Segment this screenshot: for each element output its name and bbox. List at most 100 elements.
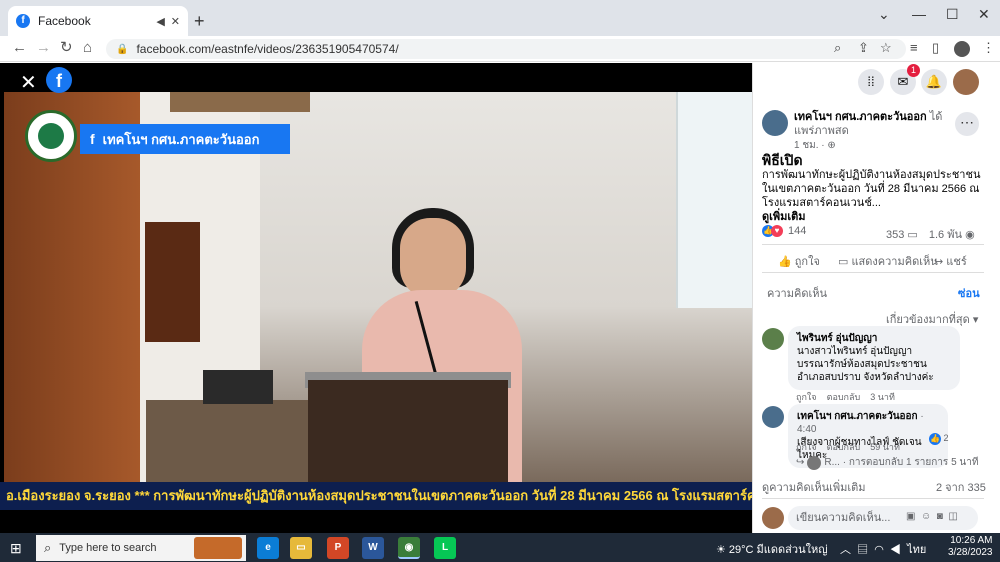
browser-menu-icon[interactable]: ⋮ (982, 40, 995, 56)
sticker-icon[interactable]: ◫ (948, 511, 957, 522)
comment-reaction-badge[interactable]: 👍 2 (929, 433, 949, 445)
divider (762, 272, 984, 273)
reply-arrow-icon: ↪ (796, 457, 805, 468)
close-video-icon[interactable]: ✕ (20, 70, 37, 95)
word-icon[interactable]: W (362, 537, 384, 559)
reading-list-icon[interactable]: ≡ (910, 40, 918, 55)
back-icon[interactable]: ← (12, 40, 27, 56)
clock-time: 10:26 AM (950, 535, 993, 546)
hide-comments-link[interactable]: ซ่อน (958, 284, 980, 302)
line-icon[interactable]: L (434, 537, 456, 559)
tab-close-icon[interactable]: ✕ (171, 15, 180, 28)
comment-author[interactable]: เทคโนฯ กศน.ภาคตะวันออก · 4:40 (797, 410, 939, 436)
comment-count-icon: ▭ (907, 229, 921, 241)
view-more-comments-link[interactable]: ดูความคิดเห็นเพิ่มเติม (762, 478, 866, 496)
avatar-sticker-icon[interactable]: ▣ (906, 511, 915, 522)
language-indicator[interactable]: ไทย (907, 544, 926, 556)
weather-widget[interactable]: ☀ 29°C มีแดดส่วนใหญ่ (716, 540, 828, 558)
comment-time[interactable]: 3 นาที (870, 392, 895, 402)
comment-bubble: ไพรินทร์ อุ่นปัญญา นางสาวไพรินทร์ อุ่นปั… (788, 326, 960, 390)
replies-link[interactable]: ↪ R... · การตอบกลับ 1 รายการ 5 นาที (796, 455, 978, 470)
minimize-button[interactable]: — (912, 6, 926, 22)
maximize-button[interactable]: ☐ (946, 6, 959, 23)
comment-like-link[interactable]: ถูกใจ (796, 392, 817, 402)
reactions-count: 144 (788, 225, 807, 237)
like-reaction-icon: 👍 (929, 433, 941, 445)
file-explorer-icon[interactable]: ▭ (290, 537, 312, 559)
comments-page-count: 2 จาก 335 (936, 482, 986, 494)
podium (308, 380, 508, 482)
tab-title: Facebook (38, 14, 91, 28)
comment-reply-link[interactable]: ตอบกลับ (827, 392, 861, 402)
bell-icon[interactable]: 🔔 (921, 69, 947, 95)
post-author[interactable]: เทคโนฯ กศน.ภาคตะวันออก ได้แพร่ภาพสด (794, 110, 950, 138)
eye-icon: ◉ (965, 229, 975, 241)
commenter-avatar[interactable] (762, 328, 784, 350)
wifi-icon[interactable]: ◠ (874, 544, 884, 556)
comment-time[interactable]: 59 นาที (870, 442, 900, 452)
comment-button[interactable]: ▭ แสดงความคิดเห็น (838, 252, 938, 270)
volume-icon[interactable]: ◀ (890, 544, 901, 556)
comment-like-link[interactable]: ถูกใจ (796, 442, 817, 452)
chrome-icon[interactable]: ◉ (398, 537, 420, 559)
browser-tab[interactable]: f Facebook ◀ ✕ (8, 6, 188, 36)
comment-input-icons: ▣ ☺ ◙ ◫ (906, 511, 958, 522)
zoom-icon[interactable]: ⌕ (834, 40, 841, 56)
new-tab-button[interactable]: + (194, 12, 205, 30)
post-author-name[interactable]: เทคโนฯ กศน.ภาคตะวันออก (794, 111, 927, 123)
post-description: การพัฒนาทักษะผู้ปฏิบัติงานห้องสมุดประชาช… (762, 169, 981, 209)
address-bar[interactable]: 🔒 facebook.com/eastnfe/videos/2363519054… (106, 39, 906, 59)
reaction-summary[interactable]: 👍 ♥ 144 (762, 225, 806, 237)
commenter-avatar[interactable] (762, 406, 784, 428)
comment-author[interactable]: ไพรินทร์ อุ่นปัญญา (797, 332, 951, 345)
edge-icon[interactable]: e (257, 537, 279, 559)
like-button[interactable]: 👍 ถูกใจ (778, 252, 820, 270)
powerpoint-icon[interactable]: P (327, 537, 349, 559)
globe-icon: ⊕ (827, 140, 836, 151)
share-arrow-icon: ↪ (934, 256, 947, 268)
comment-actions: ถูกใจ ตอบกลับ 59 นาที (796, 440, 900, 454)
engagement-counts[interactable]: 353 ▭ 1.6 พัน ◉ (886, 225, 975, 243)
share-button[interactable]: ↪ แชร์ (934, 252, 967, 270)
profile-avatar[interactable] (954, 41, 970, 57)
reload-icon[interactable]: ↻ (60, 40, 73, 56)
chevron-up-icon[interactable]: ︿ (840, 544, 851, 556)
emoji-icon[interactable]: ☺ (921, 511, 931, 522)
system-tray[interactable]: ︿ ▤ ◠ ◀ ไทย (840, 540, 926, 558)
post-more-button[interactable]: ⋯ (955, 112, 979, 136)
network-icon[interactable]: ▤ (857, 544, 868, 556)
picture-frame (170, 92, 310, 112)
notification-badge: 1 (907, 64, 920, 77)
laptop (203, 370, 273, 404)
see-more-link[interactable]: ดูเพิ่มเติม (762, 207, 806, 225)
tab-search-icon[interactable]: ⌄ (878, 6, 890, 23)
organization-logo (25, 110, 77, 162)
wooden-door (145, 222, 200, 342)
reply-avatar (807, 455, 822, 470)
sun-cloud-icon: ☀ (716, 544, 729, 556)
speaker-face (400, 218, 466, 298)
comment-actions: ถูกใจ ตอบกลับ 3 นาที (796, 390, 895, 404)
side-panel-icon[interactable]: ▯ (932, 40, 939, 56)
page-avatar[interactable] (762, 110, 788, 136)
clock-date: 3/28/2023 (948, 547, 993, 558)
camera-icon[interactable]: ◙ (937, 511, 943, 522)
windows-start-icon[interactable]: ⊞ (10, 540, 22, 557)
comment-reply-link[interactable]: ตอบกลับ (827, 442, 861, 452)
divider (762, 498, 984, 499)
views-count: 1.6 พัน (928, 229, 962, 241)
home-icon[interactable]: ⌂ (83, 40, 92, 56)
speaker-icon[interactable]: ◀ (156, 15, 164, 28)
divider (762, 244, 984, 245)
comments-count: 353 (886, 229, 905, 241)
share-page-icon[interactable]: ⇪ (858, 40, 869, 56)
menu-grid-icon[interactable]: ⁞⁞ (858, 69, 884, 95)
news-ticker: อ.เมืองระยอง จ.ระยอง *** การพัฒนาทักษะผู… (0, 482, 752, 510)
user-avatar[interactable] (953, 69, 979, 95)
facebook-logo-icon[interactable]: f (46, 67, 72, 93)
url-text: facebook.com/eastnfe/videos/236351905470… (136, 42, 399, 56)
forward-icon[interactable]: → (36, 40, 51, 56)
taskbar-clock[interactable]: 10:26 AM 3/28/2023 (948, 535, 993, 559)
bookmark-star-icon[interactable]: ☆ (880, 40, 892, 56)
close-window-button[interactable]: ✕ (978, 6, 990, 23)
